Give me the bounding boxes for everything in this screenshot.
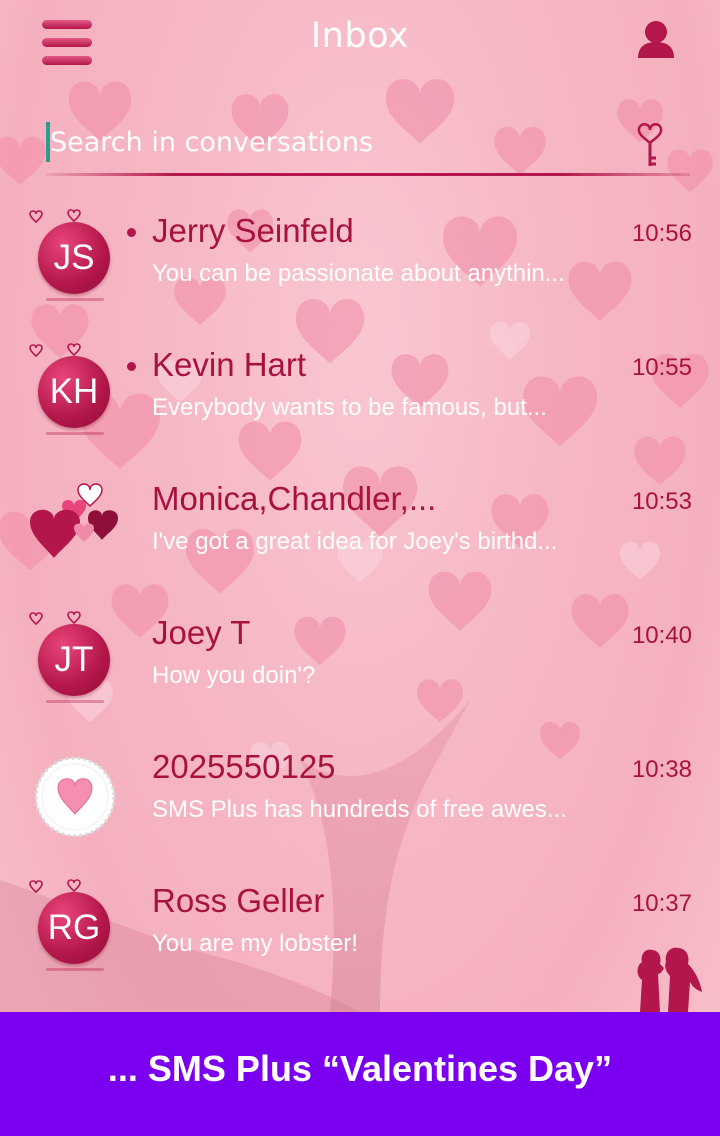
group-hearts-icon[interactable]: [24, 476, 124, 572]
conversation-row[interactable]: 2025550125 10:38 SMS Plus has hundreds o…: [0, 738, 720, 872]
message-time: 10:56: [631, 220, 692, 247]
conversation-row[interactable]: JT Joey T 10:40 How you doin'?: [0, 604, 720, 738]
screen: Inbox JS Jer: [0, 0, 720, 1136]
message-preview: You can be passionate about anythin...: [152, 260, 565, 287]
conversation-row[interactable]: Monica,Chandler,... 10:53 I've got a gre…: [0, 470, 720, 604]
message-preview: How you doin'?: [152, 662, 316, 689]
unread-dot: [127, 362, 136, 371]
avatar[interactable]: JS: [29, 209, 110, 294]
conversation-row[interactable]: JS Jerry Seinfeld 10:56 You can be passi…: [0, 202, 720, 336]
message-preview: SMS Plus has hundreds of free awes...: [152, 796, 567, 823]
heart-key-icon[interactable]: [636, 120, 664, 168]
banner-text: ... SMS Plus “Valentines Day”: [107, 1048, 613, 1089]
search-bar: [46, 110, 690, 176]
kissing-couple-icon: [637, 947, 702, 1012]
message-preview: Everybody wants to be famous, but...: [152, 394, 547, 421]
promo-banner[interactable]: ... SMS Plus “Valentines Day”: [0, 1012, 720, 1136]
contact-name: Ross Geller: [152, 882, 325, 919]
contact-name: 2025550125: [152, 748, 336, 785]
contact-name: Jerry Seinfeld: [152, 212, 354, 249]
contact-name: Kevin Hart: [152, 346, 307, 383]
message-time: 10:53: [631, 488, 692, 515]
avatar-initials: JT: [54, 640, 94, 679]
message-time: 10:38: [631, 756, 692, 783]
search-input[interactable]: [50, 122, 610, 162]
contact-name: Joey T: [152, 614, 251, 651]
avatar[interactable]: RG: [29, 879, 110, 964]
message-time: 10:37: [631, 890, 692, 917]
contact-name: Monica,Chandler,...: [152, 480, 437, 517]
conversation-row[interactable]: KH Kevin Hart 10:55 Everybody wants to b…: [0, 336, 720, 470]
heart-frame-icon[interactable]: [34, 756, 116, 838]
avatar[interactable]: JT: [29, 611, 110, 696]
message-time: 10:55: [631, 354, 692, 381]
top-bar: Inbox: [0, 0, 720, 90]
unread-dot: [127, 228, 136, 237]
avatar-initials: RG: [47, 908, 101, 947]
message-time: 10:40: [631, 622, 692, 649]
user-profile-icon[interactable]: [636, 18, 676, 60]
page-title: Inbox: [310, 16, 410, 56]
avatar-initials: KH: [49, 372, 99, 411]
avatar[interactable]: KH: [29, 343, 110, 428]
search-underline: [46, 173, 690, 176]
message-preview: I've got a great idea for Joey's birthd.…: [152, 528, 558, 555]
avatar-initials: JS: [53, 238, 95, 277]
conversation-row[interactable]: RG Ross Geller 10:37 You are my lobster!: [0, 872, 720, 1006]
